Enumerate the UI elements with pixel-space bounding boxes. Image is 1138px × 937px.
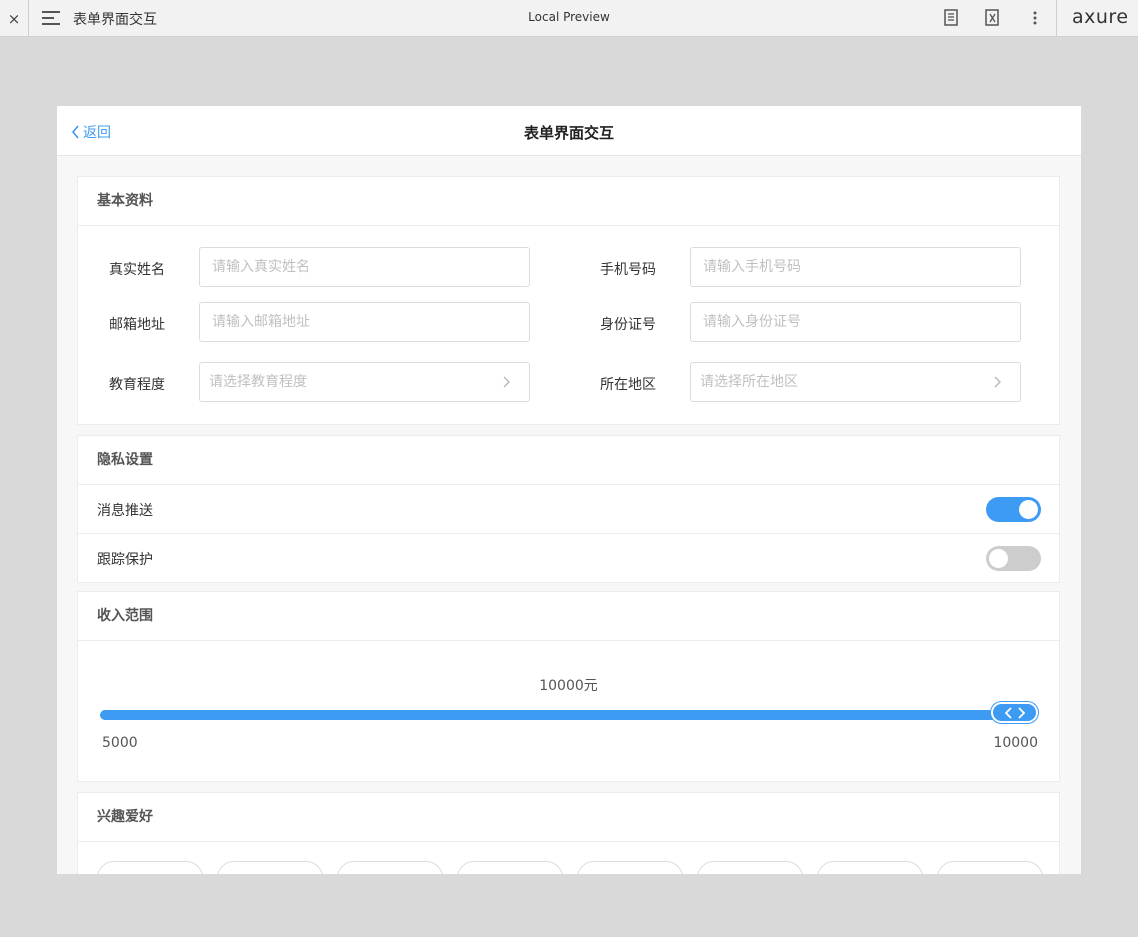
region-placeholder: 请选择所在地区: [700, 374, 798, 390]
more-options-icon[interactable]: [1027, 9, 1045, 27]
basic-info-card: 基本资料 真实姓名 手机号码 邮箱地址 身份证号 教育程度 请选择教育程度 所在…: [77, 176, 1060, 425]
back-button[interactable]: 返回: [71, 122, 111, 142]
income-card: 收入范围 10000元 5000 10000: [77, 591, 1060, 782]
document-title: 表单界面交互: [73, 12, 157, 28]
chevron-right-icon: [503, 376, 510, 388]
id-number-label: 身份证号: [600, 317, 656, 333]
hobby-tag[interactable]: [97, 861, 203, 874]
region-label: 所在地区: [600, 377, 656, 393]
income-slider-fill: [100, 710, 1038, 720]
form-page: 返回 表单界面交互 基本资料 真实姓名 手机号码 邮箱地址 身份证号 教育程度 …: [57, 106, 1081, 874]
education-label: 教育程度: [109, 377, 165, 393]
chevron-left-icon: [71, 125, 79, 139]
section-title: 基本资料: [78, 177, 1059, 226]
back-label: 返回: [83, 125, 111, 141]
region-select[interactable]: 请选择所在地区: [690, 362, 1021, 402]
chevron-right-icon: [994, 376, 1001, 388]
id-number-input[interactable]: [690, 302, 1021, 342]
toggle-knob: [1019, 500, 1038, 519]
hobby-tag[interactable]: [937, 861, 1043, 874]
page-title: 表单界面交互: [523, 124, 614, 142]
close-icon: ×: [7, 9, 21, 28]
close-button[interactable]: ×: [0, 0, 29, 37]
axure-logo: axure: [1072, 6, 1129, 28]
income-slider-handle[interactable]: [991, 702, 1038, 723]
push-toggle[interactable]: [986, 497, 1041, 522]
tracking-row: 跟踪保护: [78, 534, 1059, 583]
variables-icon[interactable]: [984, 9, 1002, 27]
hobby-tag[interactable]: [697, 861, 803, 874]
hobby-tag[interactable]: [337, 861, 443, 874]
hobby-tag[interactable]: [817, 861, 923, 874]
slider-value-text: 10000元: [539, 678, 598, 694]
push-label: 消息推送: [97, 503, 153, 519]
menu-icon[interactable]: [42, 11, 60, 26]
name-label: 真实姓名: [109, 262, 165, 278]
nav-bar: 返回 表单界面交互: [57, 106, 1081, 156]
notes-icon[interactable]: [943, 9, 961, 27]
preview-label: Local Preview: [528, 10, 610, 24]
section-title: 隐私设置: [78, 436, 1059, 485]
drag-arrows-icon: [1004, 706, 1025, 719]
email-input[interactable]: [199, 302, 530, 342]
phone-label: 手机号码: [600, 262, 656, 278]
hobby-tag-list: [97, 861, 1057, 874]
toggle-knob: [989, 549, 1008, 568]
push-row: 消息推送: [78, 485, 1059, 534]
tracking-label: 跟踪保护: [97, 552, 153, 568]
slider-min-label: 5000: [102, 735, 138, 751]
education-select[interactable]: 请选择教育程度: [199, 362, 530, 402]
tracking-toggle[interactable]: [986, 546, 1041, 571]
toolbar-divider: [1056, 0, 1057, 37]
hobby-tag[interactable]: [217, 861, 323, 874]
slider-max-label: 10000: [993, 735, 1038, 751]
hobby-tag[interactable]: [457, 861, 563, 874]
section-title: 收入范围: [78, 592, 1059, 641]
phone-input[interactable]: [690, 247, 1021, 287]
preview-toolbar: × 表单界面交互 Local Preview axure: [0, 0, 1138, 37]
section-title: 兴趣爱好: [78, 793, 1059, 842]
email-label: 邮箱地址: [109, 317, 165, 333]
education-placeholder: 请选择教育程度: [209, 374, 307, 390]
income-slider-track[interactable]: [100, 710, 1038, 720]
name-input[interactable]: [199, 247, 530, 287]
privacy-card: 隐私设置 消息推送 跟踪保护: [77, 435, 1060, 583]
hobbies-card: 兴趣爱好: [77, 792, 1060, 874]
hobby-tag[interactable]: [577, 861, 683, 874]
